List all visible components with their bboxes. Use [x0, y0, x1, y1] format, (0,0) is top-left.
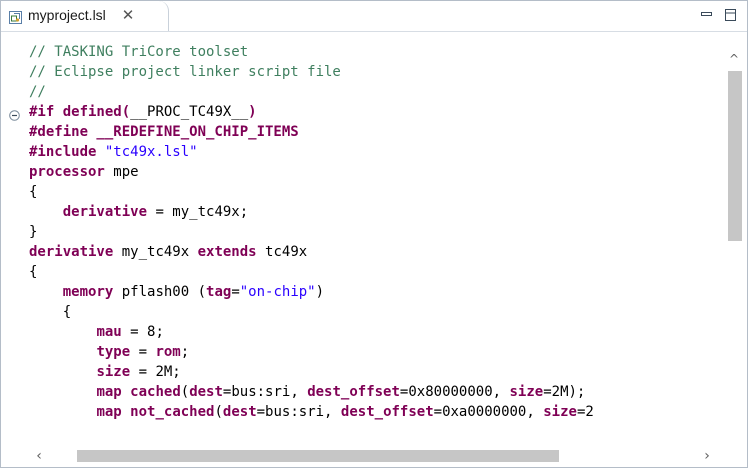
code-token: ) — [315, 284, 325, 300]
code-token: not_cached — [130, 404, 215, 420]
code-line: // Eclipse project linker script file — [29, 62, 341, 82]
scroll-up-arrow[interactable]: ^ — [725, 51, 743, 67]
code-token: extends — [197, 244, 257, 260]
code-token: =bus:sri, — [256, 404, 341, 420]
code-line: { — [29, 302, 71, 322]
code-token: #if defined( — [29, 104, 131, 120]
code-line: // — [29, 82, 46, 102]
code-token: ) — [248, 104, 257, 120]
code-line: map cached(dest=bus:sri, dest_offset=0x8… — [29, 382, 585, 402]
code-token: size — [509, 384, 544, 400]
code-token: cached — [130, 384, 181, 400]
code-line: derivative my_tc49x extends tc49x — [29, 242, 307, 262]
maximize-icon[interactable] — [724, 7, 738, 21]
code-token: =2 — [576, 404, 594, 420]
code-line: type = rom; — [29, 342, 189, 362]
tab-title: myproject.lsl — [28, 7, 106, 23]
tab-bar: myproject.lsl ✕ — [1, 1, 747, 32]
code-token: map — [96, 404, 122, 420]
code-token: processor — [29, 164, 105, 180]
code-token: tag — [206, 284, 232, 300]
code-token: dest_offset — [307, 384, 400, 400]
code-line: // TASKING TriCore toolset — [29, 42, 248, 62]
code-token: map — [96, 384, 122, 400]
code-line: processor mpe — [29, 162, 139, 182]
code-token: = 2M; — [130, 364, 181, 380]
code-token: =bus:sri, — [222, 384, 308, 400]
code-token: dest — [222, 404, 257, 420]
code-token: memory — [62, 284, 114, 300]
vertical-scrollbar[interactable]: ^ — [725, 37, 743, 445]
code-token: my_tc49x — [113, 244, 198, 260]
collapse-icon[interactable] — [9, 106, 20, 121]
code-line: mau = 8; — [29, 322, 164, 342]
code-line: derivative = my_tc49x; — [29, 202, 248, 222]
code-token: { — [29, 184, 38, 200]
code-token: { — [29, 264, 38, 280]
code-token: ( — [214, 404, 223, 420]
code-token: { — [29, 304, 72, 320]
code-token: =0x80000000, — [399, 384, 510, 400]
close-icon[interactable]: ✕ — [119, 5, 137, 25]
code-token: =0xa0000000, — [433, 404, 544, 420]
code-line: { — [29, 262, 37, 282]
code-token: "on-chip" — [239, 284, 316, 300]
horizontal-scroll-thumb[interactable] — [77, 450, 559, 462]
horizontal-scrollbar[interactable]: ‹ › — [29, 447, 725, 465]
code-token: type — [96, 344, 131, 360]
code-token: "tc49x.lsl" — [104, 144, 198, 160]
code-editor[interactable]: // TASKING TriCore toolset // Eclipse pro… — [1, 32, 747, 467]
code-token: #include — [29, 144, 105, 160]
code-token: #define __REDEFINE_ON_CHIP_ITEMS — [29, 124, 299, 140]
code-line: size = 2M; — [29, 362, 181, 382]
vertical-scroll-thumb[interactable] — [728, 71, 742, 241]
code-token: // TASKING TriCore toolset — [29, 44, 249, 60]
code-token: dest_offset — [340, 404, 434, 420]
code-token: = 8; — [121, 324, 164, 340]
code-token: tc49x — [256, 244, 308, 260]
code-token: __PROC_TC49X__ — [130, 104, 249, 120]
code-token: size — [543, 404, 577, 420]
code-token: mpe — [104, 164, 139, 180]
code-token: derivative — [62, 204, 148, 220]
editor-pane: myproject.lsl ✕ // TASKING TriCore tools… — [0, 0, 748, 468]
code-token: = — [231, 284, 240, 300]
code-line: } — [29, 222, 37, 242]
code-line: #define __REDEFINE_ON_CHIP_ITEMS — [29, 122, 299, 142]
code-token: ( — [180, 384, 190, 400]
code-token: mau — [96, 324, 122, 340]
tab-myproject-lsl[interactable]: myproject.lsl ✕ — [1, 1, 169, 31]
code-token: size — [96, 364, 131, 380]
code-token: ; — [180, 344, 190, 360]
code-token: =2M); — [543, 384, 586, 400]
code-line: #include "tc49x.lsl" — [29, 142, 198, 162]
code-token: derivative — [29, 244, 114, 260]
code-line: #if defined(__PROC_TC49X__) — [29, 102, 257, 122]
code-line: map not_cached(dest=bus:sri, dest_offset… — [29, 402, 594, 422]
code-token: pflash00 ( — [113, 284, 207, 300]
code-line: { — [29, 182, 37, 202]
code-token: rom — [155, 344, 181, 360]
code-token: = my_tc49x; — [147, 204, 249, 220]
code-token: dest — [189, 384, 223, 400]
linker-script-file-icon — [9, 9, 22, 24]
scroll-right-arrow[interactable]: › — [699, 447, 715, 465]
code-token: = — [130, 344, 156, 360]
code-line: memory pflash00 (tag="on-chip") — [29, 282, 324, 302]
code-token: // Eclipse project linker script file — [29, 64, 341, 80]
code-token: // — [29, 84, 46, 100]
code-token: } — [29, 224, 38, 240]
scroll-left-arrow[interactable]: ‹ — [31, 447, 47, 465]
minimize-icon[interactable] — [700, 7, 714, 21]
